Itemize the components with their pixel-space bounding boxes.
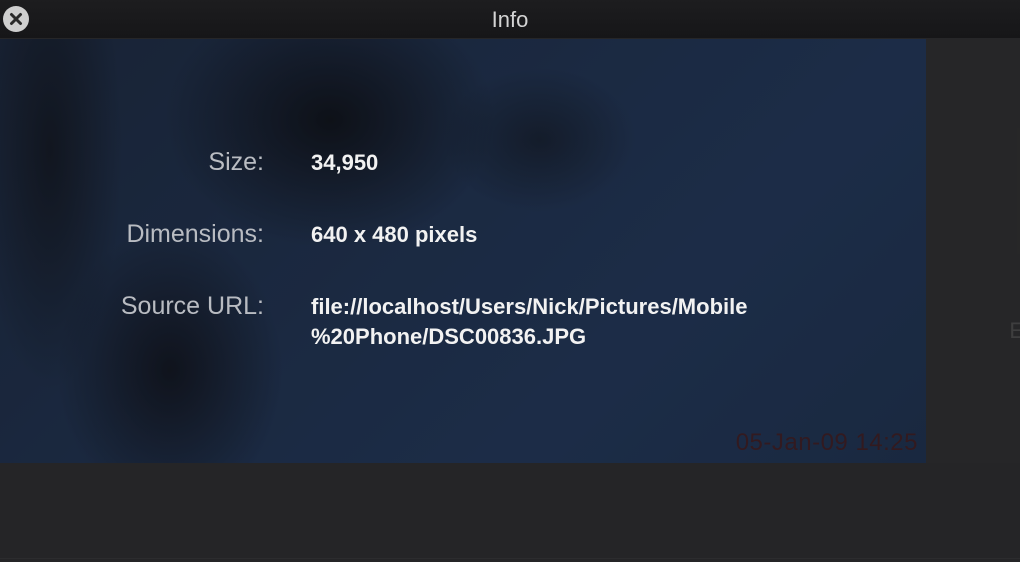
info-window: 05-Jan-09 14:25 E Info Size: 34,950 Dime…	[0, 0, 1020, 562]
source-url-line-1: file://localhost/Users/Nick/Pictures/Mob…	[311, 294, 748, 319]
source-url-value[interactable]: file://localhost/Users/Nick/Pictures/Mob…	[311, 292, 871, 352]
size-label: Size:	[208, 148, 264, 176]
window-title: Info	[491, 7, 529, 32]
source-url-line-2: %20Phone/DSC00836.JPG	[311, 324, 587, 349]
dimensions-label: Dimensions:	[126, 220, 264, 248]
dimensions-value: 640 x 480 pixels	[311, 222, 478, 247]
size-value: 34,950	[311, 150, 379, 175]
source-url-label: Source URL:	[120, 292, 264, 320]
info-hud: Info Size: 34,950 Dimensions: 640 x 480 …	[0, 0, 1020, 562]
title-bar: Info	[0, 0, 1020, 39]
